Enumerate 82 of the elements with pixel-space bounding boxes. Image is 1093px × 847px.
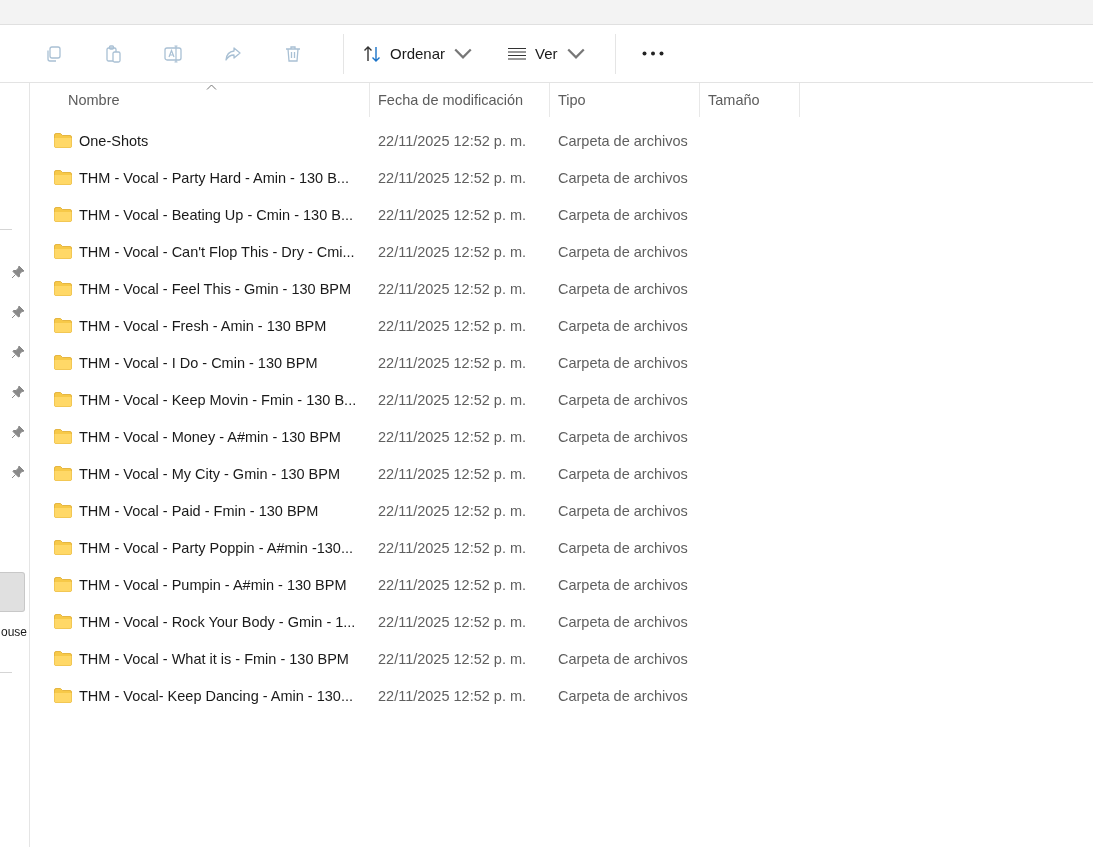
folder-icon [54, 540, 72, 555]
folder-icon [54, 355, 72, 370]
column-header[interactable]: Tipo [550, 83, 700, 117]
pin-icon [11, 385, 25, 399]
date-cell-text: 22/11/2025 12:52 p. m. [377, 686, 528, 706]
type-cell-text: Carpeta de archivos [557, 131, 689, 151]
folder-icon [54, 688, 72, 703]
sort-button[interactable]: Ordenar [352, 35, 484, 72]
type-cell-text: Carpeta de archivos [557, 242, 689, 262]
folder-icon [54, 244, 72, 259]
folder-icon [54, 614, 72, 629]
pin-icon [11, 305, 25, 319]
folder-name[interactable]: THM - Vocal - Feel This - Gmin - 130 BPM [52, 270, 370, 307]
type-cell-text: Carpeta de archivos [557, 501, 689, 521]
type-cell-text: Carpeta de archivos [557, 575, 689, 595]
type-cell-text: Carpeta de archivos [557, 538, 689, 558]
date-cell-text: 22/11/2025 12:52 p. m. [377, 131, 528, 151]
folder-name[interactable]: THM - Vocal - My City - Gmin - 130 BPM [52, 455, 370, 492]
date-cell-text: 22/11/2025 12:52 p. m. [377, 501, 528, 521]
folder-name[interactable]: THM - Vocal - Can't Flop This - Dry - Cmi... [52, 233, 370, 270]
date-cell-text: 22/11/2025 12:52 p. m. [377, 168, 528, 188]
date-cell-text: 22/11/2025 12:52 p. m. [377, 575, 528, 595]
pin-icon [11, 465, 25, 479]
folder-name[interactable]: THM - Vocal - Party Hard - Amin - 130 B... [52, 159, 370, 196]
more-dots-icon [641, 51, 664, 56]
folder-icon [54, 577, 72, 592]
sidebar-item[interactable]: ouse [0, 612, 29, 652]
type-cell-text: Carpeta de archivos [557, 427, 689, 447]
type-cell-text: Carpeta de archivos [557, 649, 689, 669]
date-cell-text: 22/11/2025 12:52 p. m. [377, 464, 528, 484]
date-cell-text: 22/11/2025 12:52 p. m. [377, 279, 528, 299]
type-cell-text: Carpeta de archivos [557, 168, 689, 188]
date-cell-text: 22/11/2025 12:52 p. m. [377, 205, 528, 225]
date-cell-text: 22/11/2025 12:52 p. m. [377, 316, 528, 336]
folder-icon [54, 429, 72, 444]
folder-icon [54, 392, 72, 407]
column-header[interactable]: Fecha de modificación [370, 83, 550, 117]
delete-icon [283, 43, 303, 64]
folder-name[interactable]: THM - Vocal - Money - A#min - 130 BPM [52, 418, 370, 455]
column-header[interactable]: Tamaño [700, 83, 800, 117]
column-header[interactable]: Nombre [52, 83, 370, 117]
folder-name[interactable]: THM - Vocal - Beating Up - Cmin - 130 B... [52, 196, 370, 233]
date-cell-text: 22/11/2025 12:52 p. m. [377, 353, 528, 373]
paste-icon [103, 43, 123, 64]
type-cell-text: Carpeta de archivos [557, 464, 689, 484]
pin-icon [11, 345, 25, 359]
type-cell-text: Carpeta de archivos [557, 316, 689, 336]
folder-name[interactable]: THM - Vocal - I Do - Cmin - 130 BPM [52, 344, 370, 381]
date-cell-text: 22/11/2025 12:52 p. m. [377, 649, 528, 669]
folder-icon [54, 318, 72, 333]
folder-icon [54, 503, 72, 518]
folder-name[interactable]: One-Shots [52, 122, 370, 159]
date-cell-text: 22/11/2025 12:52 p. m. [377, 242, 528, 262]
type-cell-text: Carpeta de archivos [557, 686, 689, 706]
date-cell-text: 22/11/2025 12:52 p. m. [377, 538, 528, 558]
date-cell-text: 22/11/2025 12:52 p. m. [377, 612, 528, 632]
folder-icon [54, 207, 72, 222]
folder-icon [54, 170, 72, 185]
folder-icon [54, 133, 72, 148]
type-cell-text: Carpeta de archivos [557, 390, 689, 410]
type-cell-text: Carpeta de archivos [557, 353, 689, 373]
folder-icon [54, 466, 72, 481]
folder-name[interactable]: THM - Vocal - Fresh - Amin - 130 BPM [52, 307, 370, 344]
type-cell-text: Carpeta de archivos [557, 279, 689, 299]
pin-icon [11, 265, 25, 279]
folder-name[interactable]: THM - Vocal - What it is - Fmin - 130 BPM [52, 640, 370, 677]
pin-icon [11, 425, 25, 439]
type-cell-text: Carpeta de archivos [557, 205, 689, 225]
folder-name[interactable]: THM - Vocal - Keep Movin - Fmin - 130 B... [52, 381, 370, 418]
rename-icon [163, 43, 183, 64]
sort-caret-icon [205, 84, 217, 90]
folder-name[interactable]: THM - Vocal - Paid - Fmin - 130 BPM [52, 492, 370, 529]
folder-name[interactable]: THM - Vocal - Party Poppin - A#min -130... [52, 529, 370, 566]
folder-name[interactable]: THM - Vocal - Rock Your Body - Gmin - 1... [52, 603, 370, 640]
folder-name[interactable]: THM - Vocal - Pumpin - A#min - 130 BPM [52, 566, 370, 603]
folder-name[interactable]: THM - Vocal- Keep Dancing - Amin - 130... [52, 677, 370, 714]
folder-icon [54, 281, 72, 296]
type-cell-text: Carpeta de archivos [557, 612, 689, 632]
date-cell-text: 22/11/2025 12:52 p. m. [377, 390, 528, 410]
date-cell-text: 22/11/2025 12:52 p. m. [377, 427, 528, 447]
folder-icon [54, 651, 72, 666]
view-button[interactable]: Ver [497, 35, 596, 72]
